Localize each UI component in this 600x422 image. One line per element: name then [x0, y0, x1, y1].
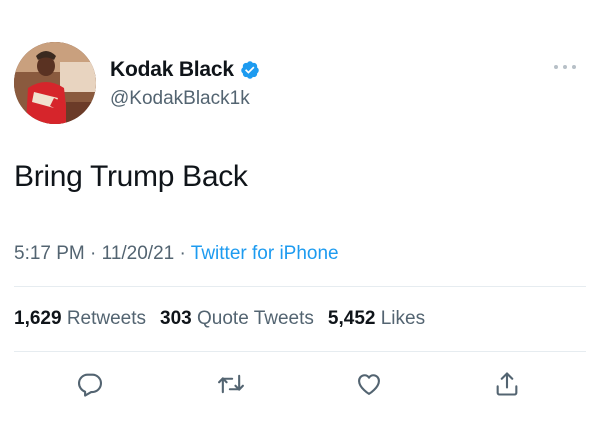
avatar-photo — [14, 42, 96, 124]
user-handle[interactable]: @KodakBlack1k — [110, 88, 250, 110]
more-dot — [563, 65, 567, 69]
retweet-button[interactable] — [217, 370, 245, 398]
retweets-count: 1,629 — [14, 308, 62, 329]
quote-tweets-stat[interactable]: 303 Quote Tweets — [160, 308, 314, 329]
meta-separator: · — [90, 243, 102, 264]
tweet-time[interactable]: 5:17 PM — [14, 243, 85, 264]
tweet-date[interactable]: 11/20/21 — [102, 243, 175, 264]
name-row: Kodak Black — [110, 58, 260, 82]
avatar[interactable] — [14, 42, 96, 124]
retweet-icon — [218, 374, 244, 394]
likes-count: 5,452 — [327, 308, 376, 329]
like-button[interactable] — [355, 370, 383, 398]
display-name[interactable]: Kodak Black — [110, 58, 234, 82]
share-icon — [496, 372, 518, 396]
tweet-source-link[interactable]: Twitter for iPhone — [191, 243, 339, 264]
quotes-count: 303 — [160, 308, 192, 329]
more-dot — [554, 65, 558, 69]
likes-label: Likes — [380, 308, 426, 329]
divider — [14, 286, 586, 287]
reply-button[interactable] — [76, 370, 104, 398]
retweets-stat[interactable]: 1,629 Retweets — [14, 308, 146, 329]
more-options-icon[interactable] — [554, 62, 576, 72]
like-icon — [358, 374, 380, 395]
likes-stat[interactable]: 5,452 Likes — [328, 308, 425, 329]
tweet-text: Bring Trump Back — [14, 160, 248, 193]
divider — [14, 351, 586, 352]
tweet-meta: 5:17 PM · 11/20/21 · Twitter for iPhone — [14, 243, 339, 265]
meta-separator: · — [179, 243, 191, 264]
retweets-label: Retweets — [66, 308, 147, 329]
reply-icon — [77, 373, 103, 397]
tweet-card: Kodak Black @KodakBlack1k Bring Trump Ba… — [0, 0, 600, 422]
engagement-stats: 1,629 Retweets 303 Quote Tweets 5,452 Like… — [14, 308, 425, 330]
share-button[interactable] — [493, 370, 521, 398]
verified-badge-icon — [241, 61, 259, 79]
more-dot — [572, 65, 576, 69]
quotes-label: Quote Tweets — [197, 308, 314, 329]
